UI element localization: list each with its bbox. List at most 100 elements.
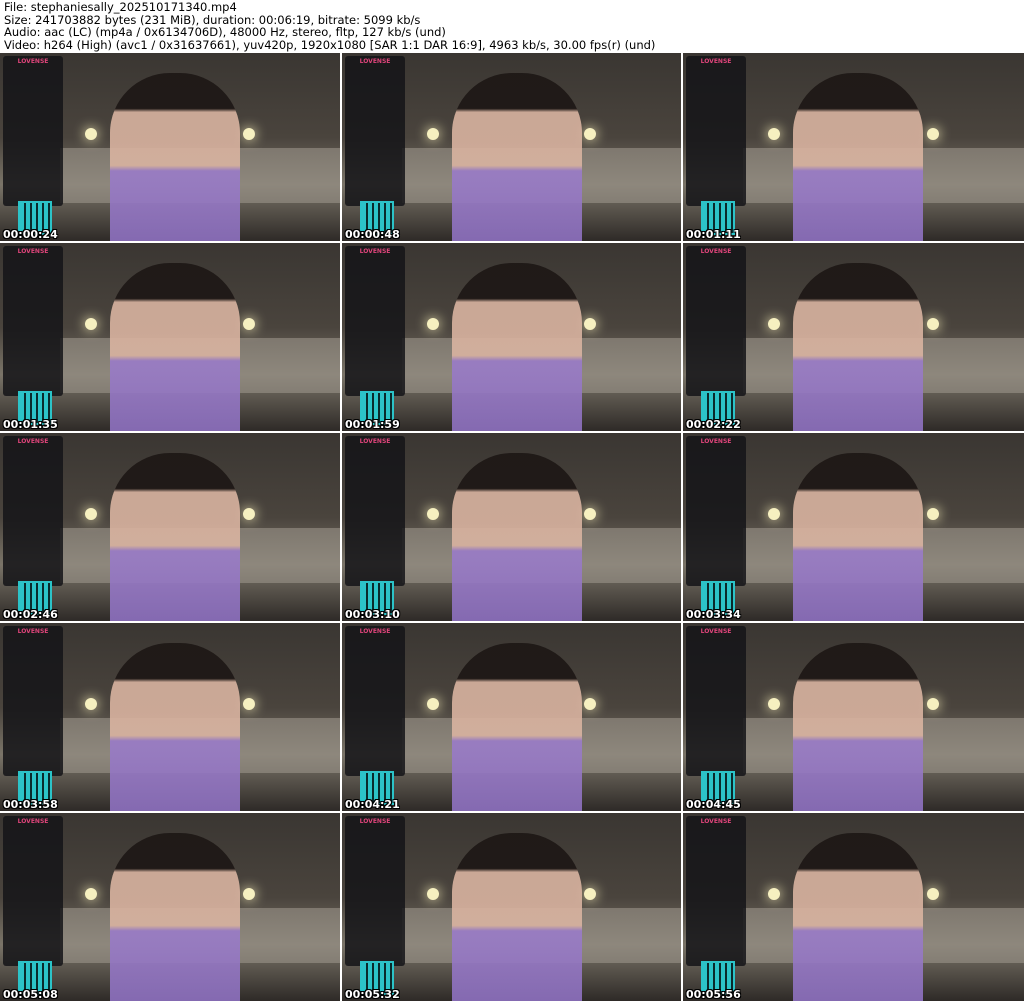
thumbnail-timestamp: 00:05:32 (345, 988, 400, 1001)
person-figure (110, 453, 240, 621)
lamp (584, 508, 596, 520)
thumbnail-timestamp: 00:04:45 (686, 798, 741, 811)
lamp (427, 508, 439, 520)
thumbnail-timestamp: 00:03:58 (3, 798, 58, 811)
overlay-panel: LOVENSE (686, 436, 746, 586)
overlay-brand-logo: LOVENSE (359, 628, 391, 635)
video-thumbnail: LOVENSE 00:05:08 (0, 813, 340, 1001)
overlay-brand-logo: LOVENSE (17, 438, 49, 445)
lamp (427, 318, 439, 330)
lamp (584, 128, 596, 140)
person-figure (452, 833, 582, 1001)
person-figure (110, 833, 240, 1001)
file-name: File: stephaniesally_202510171340.mp4 (4, 0, 237, 14)
lamp (768, 128, 780, 140)
lamp (927, 128, 939, 140)
overlay-panel: LOVENSE (686, 56, 746, 206)
video-thumbnail: LOVENSE 00:00:48 (342, 53, 681, 241)
overlay-brand-logo: LOVENSE (700, 818, 732, 825)
person-figure (793, 453, 923, 621)
lamp (927, 698, 939, 710)
video-thumbnail: LOVENSE 00:00:24 (0, 53, 340, 241)
overlay-brand-logo: LOVENSE (700, 58, 732, 65)
overlay-brand-logo: LOVENSE (359, 58, 391, 65)
lamp (927, 318, 939, 330)
lamp (584, 888, 596, 900)
person-figure (452, 453, 582, 621)
thumbnail-timestamp: 00:01:59 (345, 418, 400, 431)
overlay-brand-logo: LOVENSE (17, 628, 49, 635)
lamp (243, 888, 255, 900)
video-thumbnail: LOVENSE 00:05:56 (683, 813, 1024, 1001)
person-figure (110, 643, 240, 811)
lamp (584, 698, 596, 710)
overlay-panel: LOVENSE (3, 56, 63, 206)
thumbnail-timestamp: 00:00:48 (345, 228, 400, 241)
lamp (427, 128, 439, 140)
video-thumbnail: LOVENSE 00:02:46 (0, 433, 340, 621)
overlay-brand-logo: LOVENSE (359, 248, 391, 255)
overlay-panel: LOVENSE (345, 246, 405, 396)
lamp (927, 888, 939, 900)
thumbnail-timestamp: 00:03:10 (345, 608, 400, 621)
audio-info: Audio: aac (LC) (mp4a / 0x6134706D), 480… (4, 25, 446, 39)
overlay-brand-logo: LOVENSE (359, 438, 391, 445)
overlay-panel: LOVENSE (345, 816, 405, 966)
overlay-panel: LOVENSE (345, 56, 405, 206)
person-figure (110, 73, 240, 241)
lamp (243, 128, 255, 140)
video-thumbnail: LOVENSE 00:01:59 (342, 243, 681, 431)
lamp (85, 318, 97, 330)
lamp (243, 318, 255, 330)
person-figure (452, 263, 582, 431)
thumbnail-timestamp: 00:02:22 (686, 418, 741, 431)
thumbnail-timestamp: 00:03:34 (686, 608, 741, 621)
video-thumbnail: LOVENSE 00:05:32 (342, 813, 681, 1001)
video-thumbnail: LOVENSE 00:04:21 (342, 623, 681, 811)
lamp (85, 128, 97, 140)
lamp (85, 698, 97, 710)
person-figure (452, 643, 582, 811)
lamp (243, 508, 255, 520)
overlay-panel: LOVENSE (3, 816, 63, 966)
person-figure (793, 263, 923, 431)
video-thumbnail: LOVENSE 00:03:10 (342, 433, 681, 621)
video-thumbnail: LOVENSE 00:04:45 (683, 623, 1024, 811)
lamp (85, 888, 97, 900)
person-figure (793, 833, 923, 1001)
video-thumbnail: LOVENSE 00:03:34 (683, 433, 1024, 621)
lamp (768, 318, 780, 330)
lamp (85, 508, 97, 520)
overlay-panel: LOVENSE (3, 626, 63, 776)
video-info: Video: h264 (High) (avc1 / 0x31637661), … (4, 37, 656, 52)
lamp (427, 698, 439, 710)
overlay-brand-logo: LOVENSE (700, 628, 732, 635)
overlay-brand-logo: LOVENSE (17, 248, 49, 255)
thumbnail-timestamp: 00:05:08 (3, 988, 58, 1001)
lamp (768, 698, 780, 710)
overlay-brand-logo: LOVENSE (17, 818, 49, 825)
overlay-brand-logo: LOVENSE (359, 818, 391, 825)
person-figure (452, 73, 582, 241)
lamp (927, 508, 939, 520)
video-thumbnail: LOVENSE 00:03:58 (0, 623, 340, 811)
thumbnail-timestamp: 00:04:21 (345, 798, 400, 811)
thumbnail-timestamp: 00:00:24 (3, 228, 58, 241)
lamp (427, 888, 439, 900)
overlay-panel: LOVENSE (345, 436, 405, 586)
file-info-header: File: stephaniesally_202510171340.mp4 Si… (0, 0, 1024, 53)
thumbnail-timestamp: 00:05:56 (686, 988, 741, 1001)
video-thumbnail: LOVENSE 00:02:22 (683, 243, 1024, 431)
overlay-panel: LOVENSE (686, 246, 746, 396)
thumbnail-timestamp: 00:02:46 (3, 608, 58, 621)
overlay-brand-logo: LOVENSE (700, 438, 732, 445)
person-figure (110, 263, 240, 431)
overlay-panel: LOVENSE (3, 436, 63, 586)
lamp (243, 698, 255, 710)
overlay-panel: LOVENSE (3, 246, 63, 396)
thumbnail-grid: LOVENSE 00:00:24 LOVENSE 00:00:48 LOVENSE 00:… (0, 53, 1024, 1001)
lamp (584, 318, 596, 330)
lamp (768, 508, 780, 520)
lamp (768, 888, 780, 900)
video-thumbnail: LOVENSE 00:01:35 (0, 243, 340, 431)
